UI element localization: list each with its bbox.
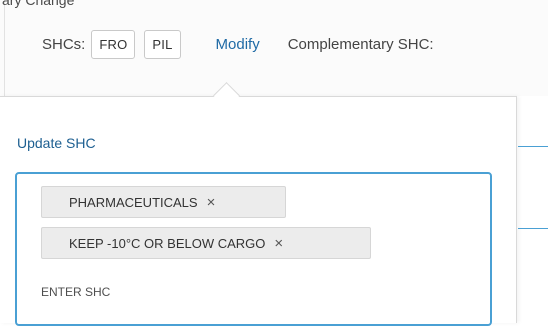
modify-link[interactable]: Modify: [216, 36, 260, 53]
tag-label: KEEP -10°C OR BELOW CARGO: [69, 235, 266, 251]
shc-chip-fro: FRO: [91, 29, 136, 59]
tag-label: PHARMACEUTICALS: [69, 194, 198, 210]
complementary-shc-label: Complementary SHC:: [287, 35, 434, 53]
enter-shc-input[interactable]: [41, 280, 341, 304]
shc-tag-pharmaceuticals: PHARMACEUTICALS ×: [41, 186, 286, 218]
background-field-underline: [518, 146, 548, 147]
remove-tag-icon[interactable]: ×: [274, 235, 283, 252]
shc-summary-row: SHCs: FRO PIL Modify Complementary SHC:: [42, 27, 434, 61]
popover-title: Update SHC: [17, 135, 96, 151]
update-shc-popover: Update SHC PHARMACEUTICALS × KEEP -10°C …: [0, 96, 517, 326]
partial-heading-text: ary Change: [2, 0, 75, 8]
remove-tag-icon[interactable]: ×: [207, 194, 216, 211]
background-field-underline: [518, 228, 548, 229]
shc-chip-pil: PIL: [144, 29, 181, 59]
shc-tag-input-box[interactable]: PHARMACEUTICALS × KEEP -10°C OR BELOW CA…: [15, 172, 492, 326]
shc-tag-keep-cold: KEEP -10°C OR BELOW CARGO ×: [41, 227, 371, 259]
left-divider: [4, 0, 5, 96]
shcs-label: SHCs:: [42, 35, 86, 53]
